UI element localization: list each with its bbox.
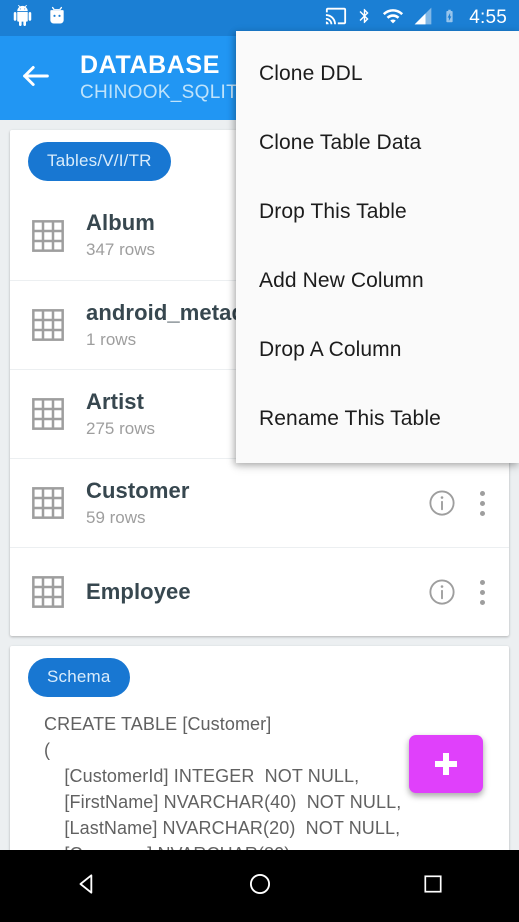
table-rowcount: 59 rows — [86, 507, 146, 527]
table-row-actions — [427, 488, 495, 518]
schema-chip-row: Schema — [10, 646, 509, 707]
table-name: Employee — [86, 579, 191, 604]
back-arrow-icon — [19, 59, 53, 98]
wifi-icon — [382, 5, 404, 32]
table-rowcount: 347 rows — [86, 240, 155, 259]
table-grid-icon — [28, 305, 68, 345]
overflow-menu-icon[interactable] — [479, 577, 485, 607]
menu-item-rename-this-table[interactable]: Rename This Table — [236, 384, 519, 453]
info-icon[interactable] — [427, 488, 457, 518]
android-head-icon — [47, 6, 67, 31]
menu-item-add-new-column[interactable]: Add New Column — [236, 246, 519, 315]
status-bar-system-icons: 4:55 — [325, 5, 507, 32]
table-row[interactable]: Employee — [10, 547, 509, 636]
menu-item-clone-table-data[interactable]: Clone Table Data — [236, 108, 519, 177]
table-grid-icon — [28, 216, 68, 256]
info-icon[interactable] — [427, 577, 457, 607]
table-info: Artist 275 rows — [86, 388, 155, 441]
app-root: 4:55 DATABASE CHINOOK_SQLITE Tables/V/I/… — [0, 0, 519, 922]
system-navigation-bar — [0, 850, 519, 922]
recents-square-icon — [421, 872, 445, 901]
nav-home-button[interactable] — [215, 850, 305, 922]
table-grid-icon — [28, 572, 68, 612]
home-circle-icon — [247, 871, 273, 902]
status-bar-notifications — [12, 5, 67, 31]
table-rowcount: 275 rows — [86, 418, 155, 438]
table-info: Employee — [86, 578, 191, 606]
overflow-menu-icon[interactable] — [479, 488, 485, 518]
menu-item-drop-this-table[interactable]: Drop This Table — [236, 177, 519, 246]
menu-item-drop-a-column[interactable]: Drop A Column — [236, 315, 519, 384]
schema-chip[interactable]: Schema — [28, 658, 130, 697]
back-button[interactable] — [0, 36, 72, 120]
bluetooth-icon — [356, 5, 373, 32]
app-bar-titles: DATABASE CHINOOK_SQLITE — [80, 50, 251, 106]
android-robot-icon — [12, 5, 33, 31]
plus-icon — [435, 753, 457, 775]
status-bar-clock: 4:55 — [469, 7, 507, 28]
table-info: Album 347 rows — [86, 209, 155, 262]
table-row[interactable]: Customer 59 rows — [10, 458, 509, 547]
table-row-actions — [427, 577, 495, 607]
menu-item-clone-ddl[interactable]: Clone DDL — [236, 39, 519, 108]
tables-filter-chip[interactable]: Tables/V/I/TR — [28, 142, 171, 181]
nav-back-button[interactable] — [42, 850, 132, 922]
table-grid-icon — [28, 394, 68, 434]
page-subtitle: CHINOOK_SQLITE — [80, 82, 252, 103]
table-name: Album — [86, 210, 155, 235]
table-name: Customer — [86, 477, 190, 503]
cellular-signal-icon — [413, 6, 433, 31]
cast-icon — [325, 5, 347, 32]
back-triangle-icon — [74, 871, 100, 902]
table-grid-icon — [28, 483, 68, 523]
table-context-menu: Clone DDL Clone Table Data Drop This Tab… — [236, 31, 519, 463]
battery-charging-icon — [442, 5, 457, 32]
table-info: Customer 59 rows — [86, 477, 190, 530]
page-title: DATABASE — [80, 51, 220, 79]
table-name: Artist — [86, 388, 145, 414]
nav-recents-button[interactable] — [388, 850, 478, 922]
add-button[interactable] — [409, 735, 483, 793]
